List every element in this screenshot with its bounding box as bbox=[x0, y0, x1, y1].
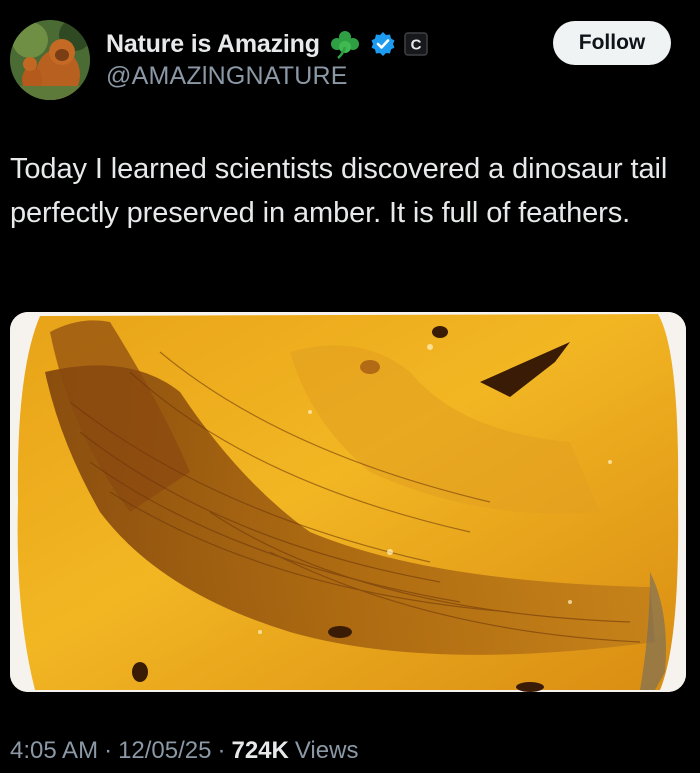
tweet-text: Today I learned scientists discovered a … bbox=[10, 153, 668, 229]
amber-fossil-photo bbox=[10, 312, 686, 692]
svg-text:C: C bbox=[410, 37, 421, 54]
meta-separator: · bbox=[104, 737, 113, 764]
tweet-media-image[interactable] bbox=[10, 312, 686, 692]
tweet-meta: 4:05 AM · 12/05/25 · 724K Views bbox=[10, 737, 358, 765]
author-handle[interactable]: @AMAZlNGNATURE bbox=[106, 62, 348, 91]
c-badge-icon[interactable]: C bbox=[404, 32, 428, 56]
tweet-date[interactable]: 12/05/25 bbox=[118, 737, 211, 765]
views-label: Views bbox=[294, 737, 359, 764]
shamrock-icon bbox=[330, 31, 359, 59]
avatar[interactable] bbox=[10, 20, 90, 100]
verified-badge-icon[interactable] bbox=[370, 31, 396, 57]
author-name-row: Nature is Amazing C bbox=[106, 28, 428, 60]
display-name[interactable]: Nature is Amazing bbox=[106, 30, 320, 59]
views-count[interactable]: 724K bbox=[231, 737, 288, 765]
meta-separator: · bbox=[217, 737, 226, 764]
orangutan-avatar-image bbox=[10, 20, 90, 100]
follow-button[interactable]: Follow bbox=[553, 21, 671, 65]
tweet-time[interactable]: 4:05 AM bbox=[10, 737, 98, 765]
